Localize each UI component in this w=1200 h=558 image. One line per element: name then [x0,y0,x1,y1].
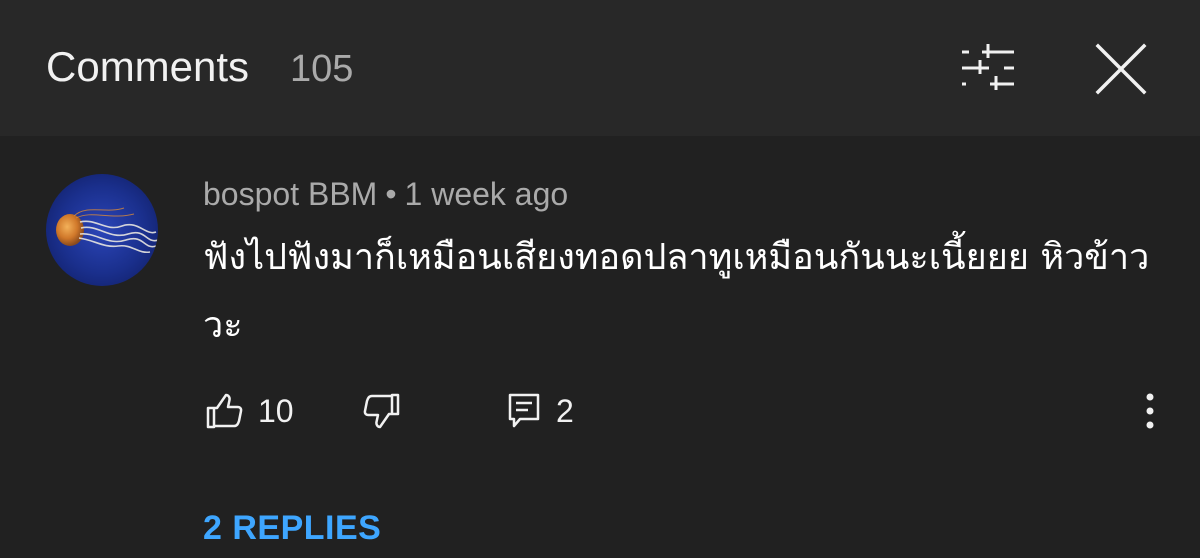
comments-panel: Comments 105 bospot BBM • 1 week ago ฟัง… [0,0,1200,558]
like-count: 10 [258,392,294,429]
filter-sliders-icon [962,44,1014,90]
view-replies-link[interactable]: 2 REPLIES [203,506,381,550]
thumbs-down-icon [363,393,400,429]
reply-button[interactable]: 2 [506,388,574,434]
close-icon [1095,43,1147,95]
header-title: Comments [46,43,250,90]
more-vertical-icon [1146,393,1154,429]
jellyfish-avatar-image [56,207,158,254]
comments-header: Comments 105 [0,0,1200,136]
meta-separator: • [385,176,397,212]
comment-author[interactable]: bospot BBM [203,176,377,212]
close-button[interactable] [1088,36,1154,102]
dislike-button[interactable] [362,388,402,434]
comment-timestamp[interactable]: 1 week ago [405,176,569,212]
comment-icon [508,393,540,428]
comment-text: ฟังไปฟังมาก็เหมือนเสียงทอดปลาทูเหมือนกัน… [203,237,1150,346]
comment-meta: bospot BBM • 1 week ago [203,173,568,215]
reply-count: 2 [556,392,574,429]
like-button[interactable]: 10 [204,388,294,434]
avatar[interactable] [46,174,158,286]
thumbs-up-icon [206,393,243,429]
comment-count: 105 [290,48,354,90]
more-options-button[interactable] [1136,388,1164,434]
sort-filter-button[interactable] [952,36,1024,100]
